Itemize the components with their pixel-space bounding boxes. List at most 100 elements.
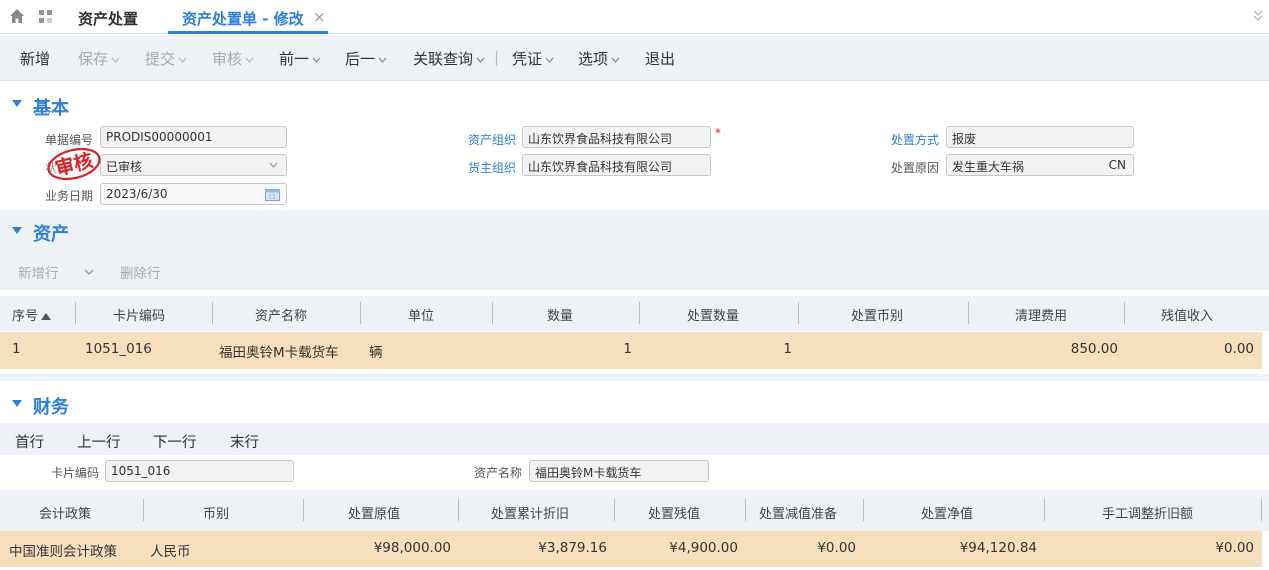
disposal-method-label[interactable]: 处置方式 [891,131,939,148]
cell-residual-value[interactable]: ¥4,900.00 [621,540,738,556]
status-select[interactable]: 已审核 [100,154,287,176]
col-header-disposal-currency[interactable]: 处置币别 [851,305,903,324]
previous-button[interactable]: 前一 [279,48,321,69]
last-row-button[interactable]: 末行 [230,431,259,452]
card-code-field[interactable]: 1051_016 [105,460,294,482]
col-header-orig-value[interactable]: 处置原值 [348,503,400,522]
close-tab-icon[interactable]: × [313,8,326,26]
cell-unit[interactable]: 辆 [369,341,383,361]
asset-org-label[interactable]: 资产组织 [468,131,516,148]
save-button[interactable]: 保存 [78,48,120,69]
related-query-button[interactable]: 关联查询 [413,48,485,69]
column-separator[interactable] [1124,302,1125,324]
voucher-label: 凭证 [512,50,543,68]
column-separator[interactable] [360,302,361,324]
first-row-button[interactable]: 首行 [15,431,44,452]
voucher-button[interactable]: 凭证 [512,48,554,69]
next-label: 后一 [345,50,376,68]
home-icon[interactable] [9,8,25,24]
owner-org-label[interactable]: 货主组织 [468,159,516,176]
cell-asset-name[interactable]: 福田奥铃M卡载货车 [219,341,339,361]
col-header-impairment[interactable]: 处置减值准备 [759,503,837,522]
prev-row-button[interactable]: 上一行 [77,431,121,452]
language-indicator[interactable]: CN [1109,158,1126,172]
col-header-clearing-fee[interactable]: 清理费用 [1015,305,1067,324]
save-label: 保存 [78,50,109,68]
owner-org-field[interactable]: 山东饮界食品科技有限公司 [522,154,711,176]
next-row-button[interactable]: 下一行 [153,431,197,452]
col-header-qty[interactable]: 数量 [547,305,573,324]
add-row-button[interactable]: 新增行 [18,262,59,282]
apps-grid-icon[interactable] [38,9,54,25]
cell-manual-adjust[interactable]: ¥0.00 [1051,540,1254,556]
column-separator[interactable] [614,499,615,521]
collapse-triangle-icon[interactable] [12,227,22,235]
column-separator[interactable] [1044,499,1045,521]
collapse-triangle-icon[interactable] [12,400,22,408]
cell-seq[interactable]: 1 [12,341,21,357]
col-header-card-code[interactable]: 卡片编码 [113,305,165,324]
col-header-asset-name[interactable]: 资产名称 [255,305,307,324]
tab-disposal-bill-edit[interactable]: 资产处置单 - 修改 [182,8,304,29]
section-title-basic: 基本 [33,98,69,119]
cell-card-code[interactable]: 1051_016 [85,341,152,357]
section-title-asset: 资产 [33,224,69,245]
col-header-residual-value[interactable]: 处置残值 [648,503,700,522]
disposal-method-field[interactable]: 报废 [946,126,1134,148]
disposal-reason-field[interactable]: 发生重大车祸 CN [946,154,1134,176]
cell-acc-depreciation[interactable]: ¥3,879.16 [465,540,607,556]
column-separator[interactable] [863,499,864,521]
column-separator[interactable] [212,302,213,324]
col-header-currency[interactable]: 币别 [203,503,229,522]
column-separator[interactable] [1261,499,1262,521]
col-header-policy[interactable]: 会计政策 [39,503,91,522]
submit-button[interactable]: 提交 [145,48,187,69]
cell-currency[interactable]: 人民币 [150,540,191,560]
asset-org-field[interactable]: 山东饮界食品科技有限公司 [522,126,711,148]
column-separator[interactable] [458,499,459,521]
double-chevron-down-icon[interactable] [1253,10,1263,22]
column-separator[interactable] [745,499,746,521]
cell-disposal-qty[interactable]: 1 [646,341,792,357]
col-header-seq[interactable]: 序号 [12,305,52,324]
active-tab-indicator [168,31,328,34]
next-button[interactable]: 后一 [345,48,387,69]
audit-button[interactable]: 审核 [212,48,254,69]
cell-net-value[interactable]: ¥94,120.84 [870,540,1037,556]
cell-qty[interactable]: 1 [500,341,632,357]
table-row[interactable]: 1 1051_016 福田奥铃M卡载货车 辆 1 1 850.00 0.00 [0,332,1262,369]
tab-asset-disposal[interactable]: 资产处置 [78,8,138,29]
delete-row-button[interactable]: 删除行 [120,262,161,282]
col-header-disposal-qty[interactable]: 处置数量 [687,305,739,324]
collapse-triangle-icon[interactable] [12,100,22,108]
col-header-seq-label: 序号 [12,309,39,324]
column-separator[interactable] [968,302,969,324]
col-header-net-value[interactable]: 处置净值 [921,503,973,522]
column-separator[interactable] [143,499,144,521]
column-separator[interactable] [492,302,493,324]
new-button[interactable]: 新增 [20,48,50,69]
chevron-down-icon[interactable] [84,269,94,275]
col-header-acc-depreciation[interactable]: 处置累计折旧 [491,503,569,522]
cell-orig-value[interactable]: ¥98,000.00 [310,540,451,556]
col-header-residual-income[interactable]: 残值收入 [1161,305,1213,324]
date-field[interactable]: 2023/6/30 [100,183,287,205]
cell-policy[interactable]: 中国准则会计政策 [9,540,117,560]
asset-name-field[interactable]: 福田奥铃M卡载货车 [529,460,709,482]
column-separator[interactable] [303,499,304,521]
calendar-icon[interactable] [265,188,280,201]
column-separator[interactable] [639,302,640,324]
cell-residual-income[interactable]: 0.00 [1132,341,1254,357]
section-title-finance: 财务 [33,397,69,418]
table-row[interactable]: 中国准则会计政策 人民币 ¥98,000.00 ¥3,879.16 ¥4,900… [0,531,1262,567]
col-header-manual-adjust[interactable]: 手工调整折旧额 [1102,503,1193,522]
bill-no-field[interactable]: PRODIS00000001 [100,126,287,148]
cell-impairment[interactable]: ¥0.00 [752,540,856,556]
column-separator[interactable] [75,302,76,324]
required-marker: * [715,126,721,140]
cell-clearing-fee[interactable]: 850.00 [976,341,1118,357]
col-header-unit[interactable]: 单位 [408,305,434,324]
options-button[interactable]: 选项 [578,48,620,69]
column-separator[interactable] [798,302,799,324]
exit-button[interactable]: 退出 [645,48,675,69]
